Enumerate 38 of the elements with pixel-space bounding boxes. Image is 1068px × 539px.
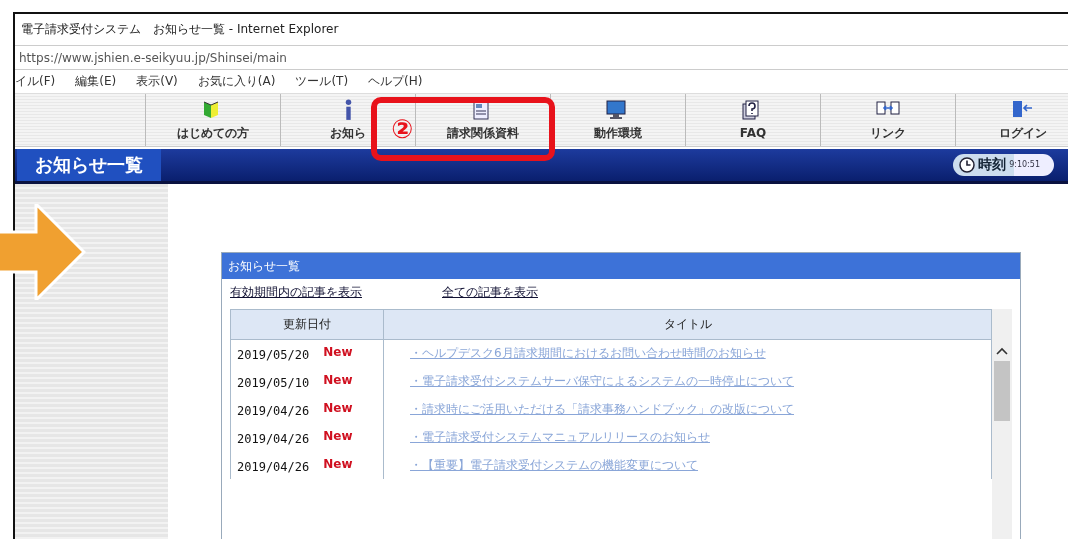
- address-field[interactable]: https://www.jshien.e-seikyuu.jp/Shinsei/main: [19, 50, 287, 65]
- toolbar-button[interactable]: ログイン: [955, 94, 1068, 146]
- new-label: New: [323, 429, 353, 443]
- panel-title: お知らせ一覧: [222, 253, 1020, 279]
- menu-item[interactable]: ツール(T): [295, 73, 349, 91]
- scrollbar[interactable]: [992, 309, 1012, 539]
- menu-item[interactable]: お気に入り(A): [197, 73, 276, 91]
- date-text: 2019/05/10: [237, 376, 310, 390]
- column-header[interactable]: タイトル: [383, 309, 992, 340]
- clock-icon: [959, 157, 976, 173]
- clock-label: 時刻: [978, 156, 1007, 174]
- date-text: 2019/05/20: [237, 348, 310, 363]
- toolbar-button[interactable]: FAQ: [685, 94, 820, 146]
- date-text: 2019/04/26: [237, 432, 310, 446]
- menu-item[interactable]: イル(F): [15, 73, 56, 91]
- new-label: New: [323, 345, 353, 360]
- column-header[interactable]: 更新日付: [230, 309, 384, 340]
- clock-time: 9:10:51: [1009, 160, 1040, 170]
- window-title: 電子請求受付システム お知らせ一覧 - Internet Explorer: [15, 14, 1068, 46]
- new-label: New: [323, 401, 353, 415]
- filter-link[interactable]: 全ての記事を表示: [442, 284, 538, 301]
- info-icon: [344, 98, 352, 121]
- new-label: New: [323, 457, 353, 471]
- page-title: お知らせ一覧: [17, 149, 161, 181]
- menu-item[interactable]: 編集(E): [75, 73, 117, 91]
- date-text: 2019/04/26: [237, 460, 310, 474]
- menu-item[interactable]: 表示(V): [136, 73, 178, 91]
- filter-link[interactable]: 有効期間内の記事を表示: [230, 284, 362, 301]
- scroll-thumb[interactable]: [994, 361, 1010, 421]
- toolbar-button[interactable]: リンク: [820, 94, 955, 146]
- toolbar-button[interactable]: はじめての方: [145, 94, 280, 146]
- menu-item[interactable]: ヘルプ(H): [368, 73, 423, 91]
- toolbar-button[interactable]: 動作環境: [550, 94, 685, 146]
- step-number: ②: [391, 116, 413, 143]
- date-text: 2019/04/26: [237, 404, 310, 418]
- new-label: New: [323, 373, 353, 387]
- toolbar-button[interactable]: 請求関係資料: [415, 94, 550, 146]
- scroll-up-icon[interactable]: [996, 347, 1008, 355]
